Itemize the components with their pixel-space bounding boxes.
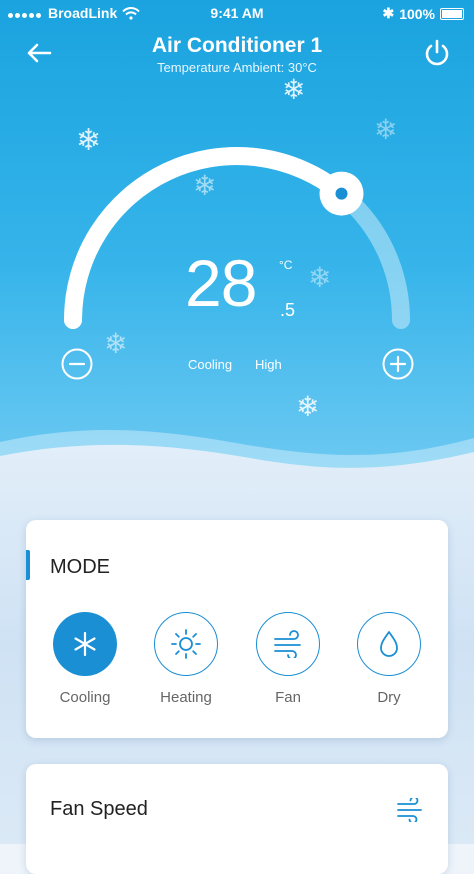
mode-label: Cooling bbox=[59, 689, 111, 706]
temperature-value: 28 bbox=[185, 246, 257, 320]
mode-option-dry[interactable]: Dry bbox=[354, 612, 424, 706]
mode-fan-button[interactable] bbox=[256, 612, 320, 676]
fan-speed-title: Fan Speed bbox=[50, 798, 148, 820]
gauge-knob[interactable] bbox=[319, 171, 364, 216]
decrease-temperature-button[interactable] bbox=[61, 348, 93, 380]
increase-temperature-button[interactable] bbox=[382, 348, 414, 380]
mode-label: Heating bbox=[160, 689, 212, 706]
mode-option-cooling[interactable]: Cooling bbox=[50, 612, 120, 706]
wind-icon bbox=[397, 798, 422, 822]
mode-heating-button[interactable] bbox=[154, 612, 218, 676]
droplet-icon bbox=[380, 631, 398, 657]
mode-status: Cooling bbox=[188, 357, 233, 372]
mode-cooling-button[interactable] bbox=[53, 612, 117, 676]
mode-label: Dry bbox=[377, 689, 401, 706]
mode-accent-bar bbox=[26, 550, 30, 580]
mode-option-fan[interactable]: Fan bbox=[253, 612, 323, 706]
wind-icon bbox=[274, 630, 301, 658]
mode-card-title: MODE bbox=[50, 556, 110, 578]
fan-status: High bbox=[255, 357, 282, 372]
mode-dry-button[interactable] bbox=[357, 612, 421, 676]
mode-option-heating[interactable]: Heating bbox=[151, 612, 221, 706]
mode-label: Fan bbox=[275, 689, 301, 706]
snowflake-icon bbox=[74, 631, 96, 657]
fan-speed-card[interactable]: Fan Speed bbox=[26, 764, 448, 874]
temperature-unit: °C bbox=[279, 258, 293, 272]
temperature-decimal: .5 bbox=[280, 300, 296, 320]
mode-card: MODE Cooling Heating Fan Dry bbox=[26, 520, 448, 738]
sun-icon bbox=[171, 629, 201, 659]
